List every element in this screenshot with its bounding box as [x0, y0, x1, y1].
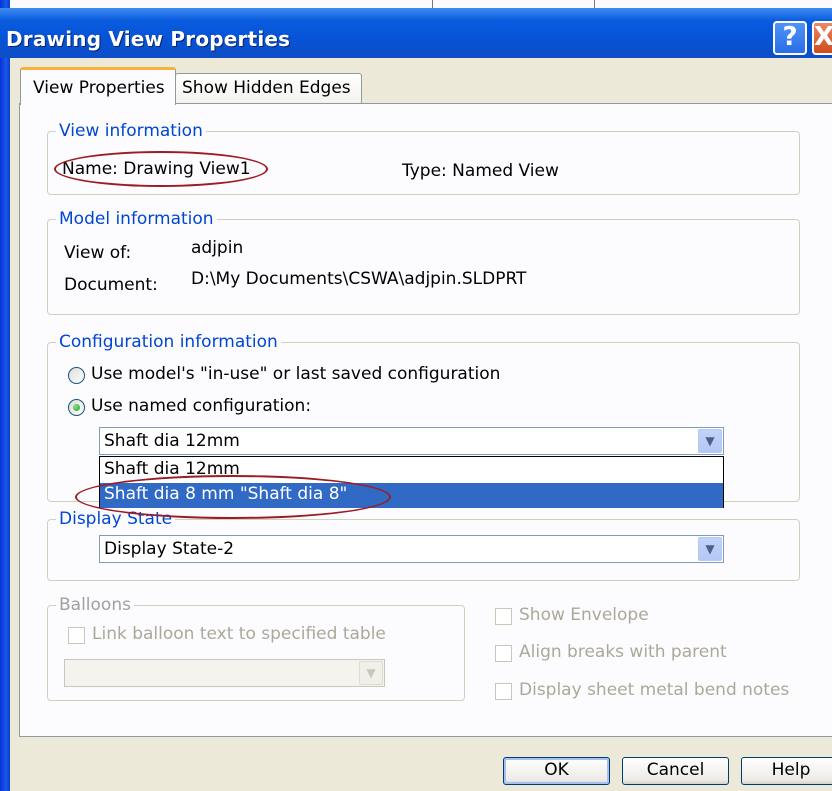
- balloons-legend: Balloons: [56, 595, 134, 615]
- sheet-metal-notes-checkbox[interactable]: [495, 683, 512, 700]
- radio-named-label[interactable]: Use named configuration:: [91, 396, 311, 416]
- view-of-value: adjpin: [191, 238, 244, 258]
- configuration-combo-value: Shaft dia 12mm: [104, 431, 240, 451]
- close-icon[interactable]: X: [812, 21, 832, 55]
- view-information-legend: View information: [56, 121, 206, 141]
- balloon-table-combo[interactable]: ▼: [64, 659, 385, 687]
- tab-view-properties[interactable]: View Properties: [20, 67, 176, 105]
- view-of-label: View of:: [64, 243, 132, 263]
- view-type-label: Type: Named View: [402, 161, 559, 181]
- help-button[interactable]: Help: [741, 757, 832, 785]
- tab-show-hidden-edges[interactable]: Show Hidden Edges: [175, 73, 362, 103]
- help-question-icon[interactable]: ?: [773, 21, 807, 55]
- chevron-down-icon[interactable]: ▼: [359, 661, 383, 685]
- display-state-combo-value: Display State-2: [104, 539, 235, 559]
- link-balloon-label: Link balloon text to specified table: [92, 624, 386, 644]
- window-title: Drawing View Properties: [6, 27, 291, 51]
- chevron-down-icon[interactable]: ▼: [698, 429, 722, 453]
- sheet-metal-notes-label: Display sheet metal bend notes: [519, 680, 790, 700]
- align-breaks-checkbox[interactable]: [495, 645, 512, 662]
- configuration-information-legend: Configuration information: [56, 332, 281, 352]
- background-window-strip: [0, 0, 832, 8]
- cancel-button[interactable]: Cancel: [622, 757, 729, 785]
- configuration-combo[interactable]: Shaft dia 12mm ▼: [99, 427, 724, 455]
- show-envelope-checkbox[interactable]: [495, 608, 512, 625]
- model-information-group: Model information: [47, 209, 800, 315]
- radio-in-use-label[interactable]: Use model's "in-use" or last saved confi…: [91, 364, 500, 384]
- radio-selected-dot: [73, 404, 80, 411]
- ok-button[interactable]: OK: [503, 757, 610, 785]
- radio-in-use-configuration[interactable]: [68, 367, 85, 384]
- display-state-combo[interactable]: Display State-2 ▼: [99, 535, 724, 563]
- chevron-down-icon[interactable]: ▼: [698, 537, 722, 561]
- model-information-legend: Model information: [56, 209, 217, 229]
- annotation-ellipse-name: [54, 151, 268, 187]
- radio-named-configuration[interactable]: [68, 399, 85, 416]
- annotation-ellipse-configuration: [75, 475, 391, 519]
- show-envelope-label: Show Envelope: [519, 605, 649, 625]
- align-breaks-label: Align breaks with parent: [519, 642, 727, 662]
- window-frame-left: [0, 0, 10, 791]
- document-value: D:\My Documents\CSWA\adjpin.SLDPRT: [191, 269, 527, 289]
- link-balloon-checkbox[interactable]: [68, 627, 85, 644]
- title-bar[interactable]: Drawing View Properties ? X: [0, 8, 832, 58]
- document-label: Document:: [64, 275, 158, 295]
